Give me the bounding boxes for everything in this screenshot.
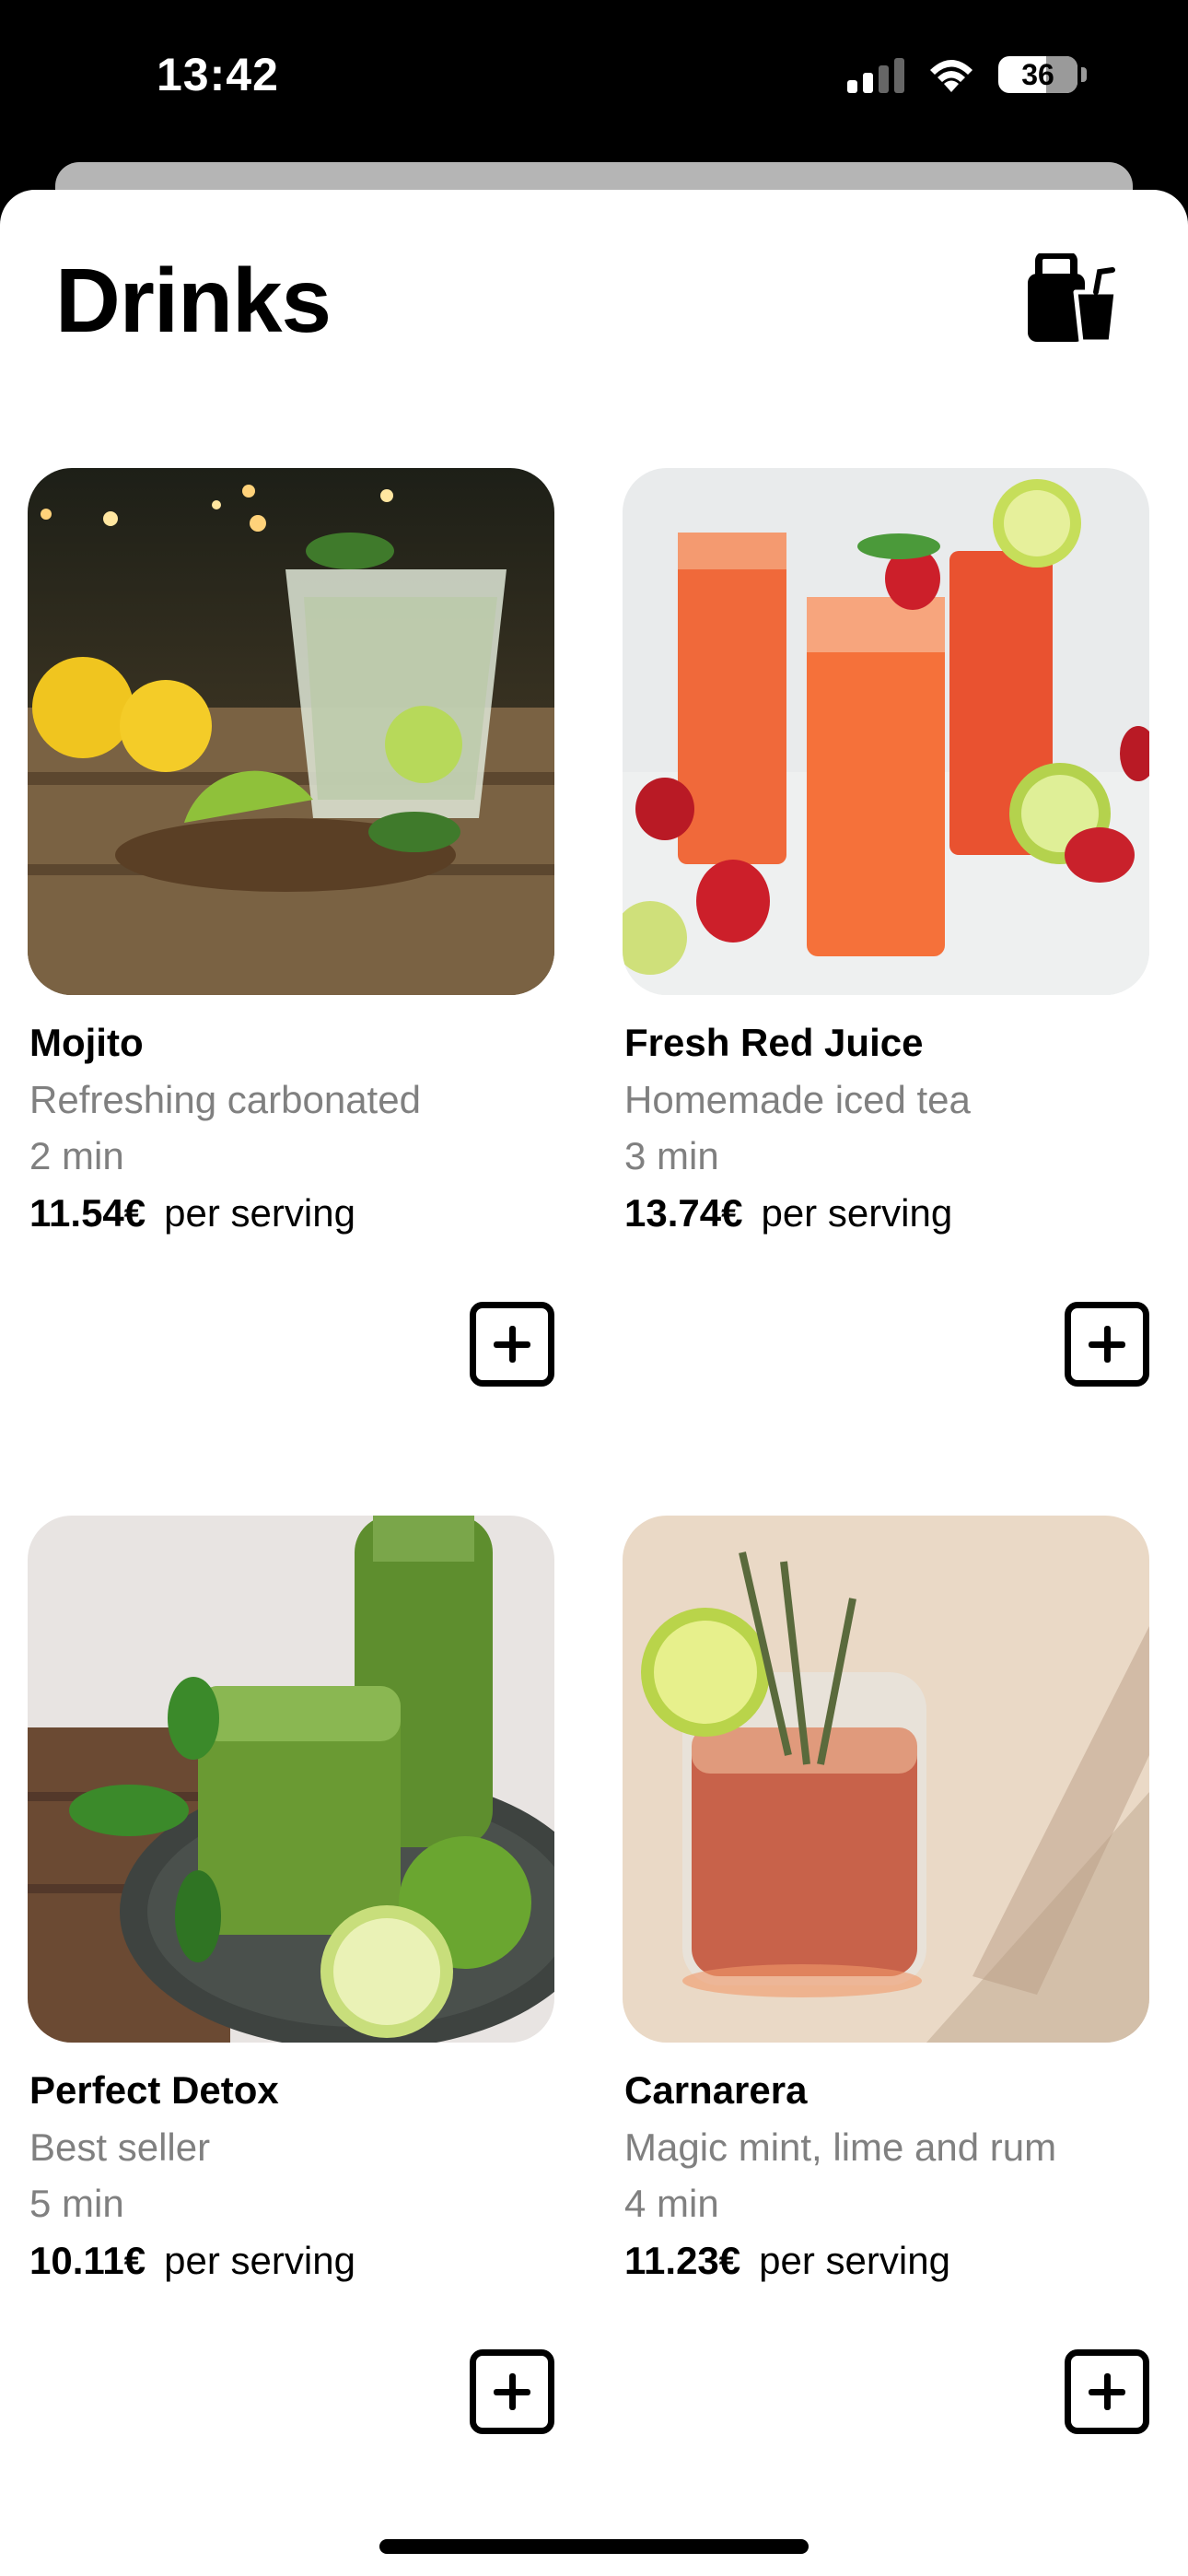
product-prep-time: 5 min [29,2182,124,2225]
product-price-unit: per serving [164,1191,355,1235]
add-to-cart-button[interactable] [1065,2349,1149,2434]
status-icons: 36 [847,55,1087,94]
status-time: 13:42 [157,49,279,100]
product-name: Mojito [29,1021,144,1064]
product-card[interactable]: Fresh Red Juice Homemade iced tea 3 min … [623,468,1149,1387]
product-description: Magic mint, lime and rum [624,2125,1057,2169]
battery-level: 36 [1021,57,1054,91]
product-price: 11.23€ [624,2239,741,2282]
product-name: Carnarera [624,2068,808,2112]
product-prep-time: 3 min [624,1134,719,1177]
product-description: Homemade iced tea [624,1078,971,1121]
battery-icon: 36 [998,56,1077,93]
product-card[interactable]: Perfect Detox Best seller 5 min 10.11€ pe… [28,1516,554,2434]
product-price: 11.54€ [29,1191,146,1235]
product-name: Fresh Red Juice [624,1021,924,1064]
product-price-unit: per serving [759,2239,950,2282]
product-price-unit: per serving [761,1191,953,1235]
product-price-unit: per serving [164,2239,355,2282]
add-to-cart-button[interactable] [470,1302,554,1387]
add-to-cart-button[interactable] [1065,1302,1149,1387]
product-card[interactable]: Mojito Refreshing carbonated 2 min 11.54… [28,468,554,1387]
product-image[interactable] [28,1516,554,2043]
status-bar: 13:42 36 [0,0,1188,161]
product-card[interactable]: Carnarera Magic mint, lime and rum 4 min… [623,1516,1149,2434]
product-price: 10.11€ [29,2239,146,2282]
product-price: 13.74€ [624,1191,743,1235]
page-title: Drinks [55,250,332,351]
product-price-row: 11.54€ per serving [29,1191,355,1235]
shopping-bag-icon[interactable] [1022,253,1124,345]
battery-tip [1081,67,1087,82]
product-image[interactable] [28,468,554,995]
wifi-icon [925,55,978,94]
product-prep-time: 4 min [624,2182,719,2225]
product-image[interactable] [623,468,1149,995]
product-name: Perfect Detox [29,2068,279,2112]
product-price-row: 13.74€ per serving [624,1191,952,1235]
product-price-row: 11.23€ per serving [624,2239,950,2283]
product-price-row: 10.11€ per serving [29,2239,355,2283]
add-to-cart-button[interactable] [470,2349,554,2434]
product-prep-time: 2 min [29,1134,124,1177]
home-indicator[interactable] [379,2539,809,2554]
product-image[interactable] [623,1516,1149,2043]
cellular-signal-icon [847,56,904,93]
product-description: Best seller [29,2125,211,2169]
product-description: Refreshing carbonated [29,1078,421,1121]
